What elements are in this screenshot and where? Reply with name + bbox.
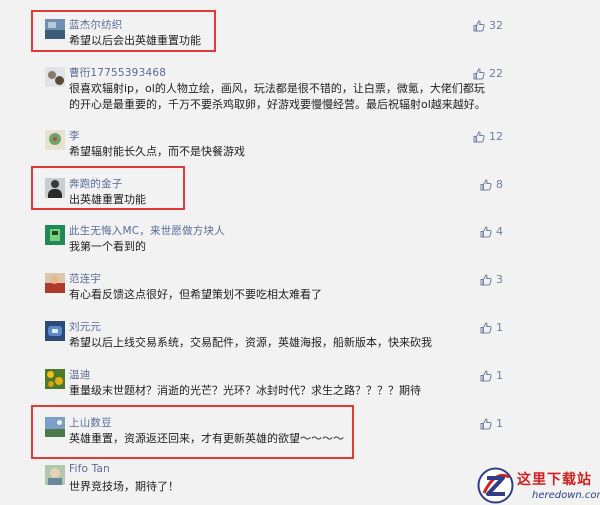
like-count: 8 [496,178,503,191]
like-button[interactable]: 22 [473,67,503,80]
comment-text: 重量级末世题材？消逝的光芒？光环？冰封时代？求生之路？？？？期待 [69,384,421,397]
like-button[interactable]: 4 [480,225,503,238]
username[interactable]: 李 [69,128,80,143]
thumbs-up-icon [480,273,492,285]
highlight-box [31,10,216,52]
username[interactable]: 曹衎17755393468 [69,65,166,80]
thumbs-up-icon [480,225,492,237]
thumbs-up-icon [480,178,492,190]
highlight-box [31,405,354,459]
like-count: 4 [496,225,503,238]
thumbs-up-icon [473,67,485,79]
comment-text-line-2: 的开心是最重要的，千万不要杀鸡取卵，好游戏要慢慢经营。最后祝辐射ol越来越好。 [69,98,486,111]
like-button[interactable]: 1 [480,321,503,334]
watermark: 这里下载站 heredown.com [476,466,600,505]
like-count: 1 [496,321,503,334]
avatar[interactable] [45,465,65,485]
like-count: 1 [496,369,503,382]
like-button[interactable]: 12 [473,130,503,143]
comment-text: 很喜欢辐射ip，ol的人物立绘，画风，玩法都是很不错的，让白票，微氪，大佬们都玩 [69,82,485,95]
watermark-title: 这里下载站 [517,472,592,488]
thumbs-up-icon [480,369,492,381]
avatar[interactable] [45,130,65,150]
like-button[interactable]: 8 [480,178,503,191]
thumbs-up-icon [480,417,492,429]
comment-text: 我第一个看到的 [69,240,146,253]
like-count: 32 [489,19,503,32]
avatar[interactable] [45,369,65,389]
comment-text: 有心看反馈这点很好，但希望策划不要吃相太难看了 [69,288,322,301]
username[interactable]: 范连宇 [69,271,101,286]
thumbs-up-icon [473,19,485,31]
like-button[interactable]: 32 [473,19,503,32]
avatar[interactable] [45,273,65,293]
thumbs-up-icon [480,321,492,333]
like-count: 12 [489,130,503,143]
username[interactable]: Fifo Tan [69,463,110,475]
heredown-logo-icon [477,467,514,504]
avatar[interactable] [45,225,65,245]
like-button[interactable]: 1 [480,369,503,382]
comment-text: 世界竞技场，期待了！ [69,480,179,493]
like-button[interactable]: 1 [480,417,503,430]
highlight-box [31,166,185,210]
like-count: 3 [496,273,503,286]
like-count: 22 [489,67,503,80]
like-count: 1 [496,417,503,430]
like-button[interactable]: 3 [480,273,503,286]
comment-text: 希望以后上线交易系统，交易配件，资源，英雄海报，船新版本，快来砍我 [69,336,432,349]
watermark-domain: heredown.com [532,490,600,501]
username[interactable]: 温迪 [69,367,90,382]
avatar[interactable] [45,67,65,87]
comment-text: 希望辐射能长久点，而不是快餐游戏 [69,145,245,158]
avatar[interactable] [45,321,65,341]
username[interactable]: 此生无悔入MC，来世愿做方块人 [69,223,225,238]
thumbs-up-icon [473,130,485,142]
username[interactable]: 刘元元 [69,319,101,334]
